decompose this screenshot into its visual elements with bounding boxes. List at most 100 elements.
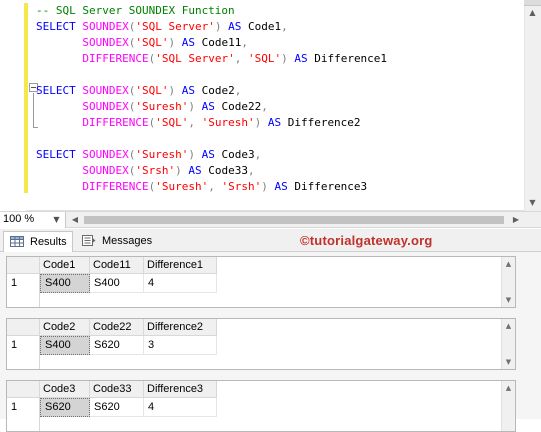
code-token: AS <box>175 84 202 97</box>
code-token: , <box>208 180 222 193</box>
code-token: AS <box>181 164 209 177</box>
column-header[interactable]: Code1 <box>40 257 90 274</box>
horizontal-scroll-thumb[interactable] <box>84 216 504 224</box>
code-line[interactable]: SOUNDEX('Suresh') AS Code22, <box>36 99 524 115</box>
scroll-up-arrow-icon[interactable]: ▲ <box>502 320 515 332</box>
column-header[interactable]: Difference1 <box>144 257 217 274</box>
scroll-down-arrow-icon[interactable]: ▼ <box>524 196 541 210</box>
code-line[interactable]: SELECT SOUNDEX('SQL Server') AS Code1, <box>36 19 524 35</box>
query-editor[interactable]: -- SQL Server SOUNDEX Function SELECT SOU… <box>0 0 541 211</box>
code-token: 'SQL Server' <box>155 52 235 65</box>
code-token: , <box>281 20 288 33</box>
code-line[interactable]: SELECT SOUNDEX('Suresh') AS Code3, <box>36 147 524 163</box>
code-token: 'Suresh' <box>135 100 189 113</box>
code-token: Code3 <box>221 148 255 161</box>
column-header[interactable]: Code33 <box>90 381 144 398</box>
column-header[interactable]: Code2 <box>40 319 90 336</box>
outline-line <box>33 93 34 127</box>
code-line[interactable] <box>36 67 524 83</box>
code-line[interactable]: DIFFERENCE('SQL', 'Suresh') AS Differenc… <box>36 115 524 131</box>
code-line[interactable]: -- SQL Server SOUNDEX Function <box>36 3 524 19</box>
code-token: Code2 <box>201 84 235 97</box>
scroll-down-arrow-icon[interactable]: ▼ <box>502 356 515 368</box>
grid-icon <box>10 236 24 247</box>
grid-cell[interactable]: S400 <box>40 336 90 355</box>
code-token: AS <box>221 20 248 33</box>
row-number[interactable]: 1 <box>7 398 40 417</box>
grid-cell[interactable]: 4 <box>144 274 217 293</box>
result-grid-3[interactable]: Code3 Code33 Difference3 1 S620 S620 4 ▲ <box>6 380 516 432</box>
code-token: AS <box>194 148 222 161</box>
column-header[interactable]: Difference2 <box>144 319 217 336</box>
grid-cell[interactable]: S620 <box>90 398 144 417</box>
code-line[interactable]: DIFFERENCE('SQL Server', 'SQL') AS Diffe… <box>36 51 524 67</box>
code-token: SOUNDEX <box>82 36 129 49</box>
results-pane: Code1 Code11 Difference1 1 S400 S400 4 ▲… <box>0 252 541 432</box>
code-token: SELECT <box>36 148 83 161</box>
row-number[interactable]: 1 <box>7 274 40 293</box>
grid-cell[interactable]: S620 <box>40 398 90 417</box>
code-token: DIFFERENCE <box>82 116 149 129</box>
code-token: ) <box>188 148 195 161</box>
corner-header[interactable] <box>7 381 40 398</box>
column-header[interactable]: Difference3 <box>144 381 217 398</box>
code-token: -- SQL Server SOUNDEX Function <box>36 4 235 17</box>
editor-vertical-scrollbar[interactable]: ▲ ▼ <box>524 0 541 211</box>
code-token: 'Suresh' <box>201 116 255 129</box>
code-token: SELECT <box>36 20 83 33</box>
grid-cell[interactable]: S400 <box>40 274 90 293</box>
code-token: Code22 <box>221 100 262 113</box>
code-token: ) <box>175 164 182 177</box>
scroll-right-arrow-icon[interactable]: ▶ <box>510 212 522 228</box>
scroll-up-arrow-icon[interactable]: ▲ <box>524 6 541 20</box>
code-token: AS <box>267 180 295 193</box>
column-header[interactable]: Code3 <box>40 381 90 398</box>
code-line[interactable] <box>36 131 524 147</box>
results-tab-strip: Results Messages ©tutorialgateway.org <box>0 229 541 252</box>
code-token: Code33 <box>208 164 248 177</box>
scroll-left-arrow-icon[interactable]: ◀ <box>69 212 81 228</box>
code-token: Difference2 <box>287 116 361 129</box>
grid-cell[interactable]: 3 <box>144 336 217 355</box>
row-number[interactable]: 1 <box>7 336 40 355</box>
grid-scrollbar[interactable]: ▲ <box>501 381 515 431</box>
corner-header[interactable] <box>7 319 40 336</box>
code-line[interactable]: SELECT SOUNDEX('SQL') AS Code2, <box>36 83 524 99</box>
zoom-value: 100 % <box>3 213 35 225</box>
scroll-up-arrow-icon[interactable]: ▲ <box>502 382 515 394</box>
code-token: AS <box>175 36 202 49</box>
change-tracking-bar <box>24 3 28 193</box>
code-token: SOUNDEX <box>82 84 129 97</box>
result-grid-2[interactable]: Code2 Code22 Difference2 1 S400 S620 3 ▲… <box>6 318 516 370</box>
grid-cell[interactable]: S620 <box>90 336 144 355</box>
code-line[interactable]: SOUNDEX('SQL') AS Code11, <box>36 35 524 51</box>
code-token: 'Srsh' <box>221 180 262 193</box>
code-token: Code11 <box>201 36 242 49</box>
column-header[interactable]: Code22 <box>90 319 144 336</box>
code-line[interactable]: SOUNDEX('Srsh') AS Code33, <box>36 163 524 179</box>
code-token: DIFFERENCE <box>82 180 149 193</box>
tab-results[interactable]: Results <box>3 231 73 252</box>
chevron-down-icon[interactable]: ▼ <box>48 212 65 227</box>
grid-scrollbar[interactable]: ▲ ▼ <box>501 257 515 307</box>
scroll-down-arrow-icon[interactable]: ▼ <box>502 294 515 306</box>
code-token: 'Suresh' <box>135 148 189 161</box>
result-grid-1[interactable]: Code1 Code11 Difference1 1 S400 S400 4 ▲… <box>6 256 516 308</box>
code-token: AS <box>287 52 315 65</box>
code-token: AS <box>194 100 222 113</box>
grid-cell[interactable]: 4 <box>144 398 217 417</box>
column-header[interactable]: Code11 <box>90 257 144 274</box>
code-token: ) <box>188 100 195 113</box>
sql-code[interactable]: -- SQL Server SOUNDEX Function SELECT SOU… <box>36 3 524 195</box>
code-token: , <box>234 84 242 97</box>
scroll-up-arrow-icon[interactable]: ▲ <box>502 258 515 270</box>
code-token: 'Suresh' <box>155 180 209 193</box>
grid-scrollbar[interactable]: ▲ ▼ <box>501 319 515 369</box>
tab-messages[interactable]: Messages <box>76 231 154 252</box>
code-token: SOUNDEX <box>82 100 129 113</box>
grid-cell[interactable]: S400 <box>90 274 144 293</box>
corner-header[interactable] <box>7 257 40 274</box>
code-line[interactable]: DIFFERENCE('Suresh', 'Srsh') AS Differen… <box>36 179 524 195</box>
